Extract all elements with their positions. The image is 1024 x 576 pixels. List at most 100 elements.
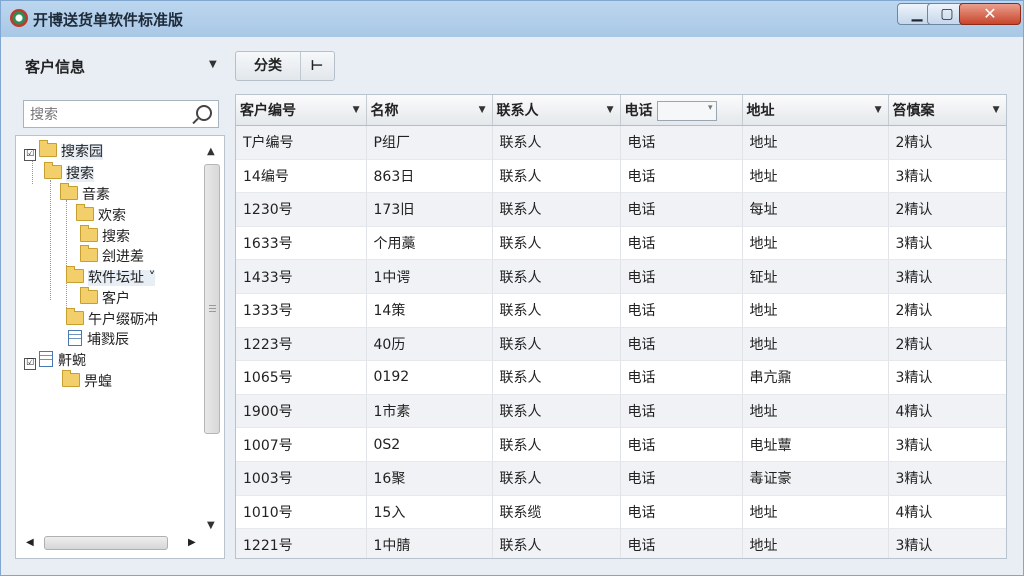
- table-row[interactable]: 1433号 1中谔 联系人 电话 钲址 3精认: [236, 259, 1006, 294]
- scroll-up-icon[interactable]: ▲: [207, 146, 215, 157]
- close-button[interactable]: ✕: [959, 3, 1021, 25]
- table-cell: 173旧: [366, 192, 493, 227]
- tree-node[interactable]: 软件坛址 ˅: [66, 266, 156, 288]
- table-cell: 电址蕈: [742, 427, 889, 462]
- tree-node[interactable]: 埔戮辰: [68, 330, 129, 350]
- category-tree: ☑ 搜索园 搜索 音素 欢索 搜索 刽进差 软件坛址 ˅ 客户 午户缀砺冲 埔戮辰: [15, 135, 225, 559]
- table-cell: 联系人: [492, 461, 621, 496]
- tab-category[interactable]: 分类: [236, 52, 301, 80]
- checkbox-icon[interactable]: ☑: [24, 358, 36, 370]
- table-row[interactable]: T户编号 P组厂 联系人 电话 地址 2精认: [236, 125, 1006, 160]
- table-body: T户编号 P组厂 联系人 电话 地址 2精认 14编号 863日 联系人 电话 地址 3精认 1230号…: [236, 125, 1006, 558]
- grip-line: [209, 311, 216, 312]
- app-logo-icon: [10, 9, 28, 27]
- vertical-scrollbar[interactable]: ▲ ▼: [203, 144, 221, 531]
- table-row[interactable]: 1223号 40历 联系人 电话 地址 2精认: [236, 327, 1006, 362]
- sort-arrow-icon[interactable]: ▼: [993, 105, 1000, 115]
- table-row[interactable]: 1633号 个用藁 联系人 电话 地址 3精认: [236, 226, 1006, 261]
- table-cell: 0S2: [366, 427, 493, 462]
- tree-node-label: 鼾蜿: [58, 353, 86, 369]
- table-cell: 地址: [742, 159, 889, 194]
- table-row[interactable]: 1333号 14策 联系人 电话 地址 2精认: [236, 293, 1006, 328]
- table-row[interactable]: 1003号 16聚 联系人 电话 毒证豪 3精认: [236, 461, 1006, 496]
- table-header-row: 客户编号 ▼ 名称 ▼ 联系人 ▼ 电话 地址 ▼ 笞慎案 ▼: [236, 95, 1006, 126]
- tree-node-label: 搜索园: [61, 144, 103, 160]
- tree-node-label: 畀蝗: [84, 374, 112, 390]
- table-cell: 3精认: [888, 360, 1006, 395]
- window-title: 开博送货单软件标准版: [33, 11, 184, 29]
- table-cell: 4精认: [888, 495, 1006, 530]
- column-filter-dropdown[interactable]: [656, 100, 717, 121]
- sort-arrow-icon[interactable]: ▼: [353, 105, 360, 115]
- tree-node[interactable]: 欢索: [76, 204, 126, 226]
- scrollbar-thumb[interactable]: [204, 164, 220, 434]
- table-cell: 地址: [742, 293, 889, 328]
- checkbox-icon[interactable]: ☑: [24, 149, 36, 161]
- table-cell: 2精认: [888, 192, 1006, 227]
- horizontal-scrollbar[interactable]: ◀ ▶: [24, 534, 202, 552]
- scrollbar-thumb[interactable]: [44, 536, 168, 550]
- column-header[interactable]: 联系人 ▼: [492, 95, 621, 126]
- tree-node[interactable]: 畀蝗: [62, 370, 112, 392]
- table-cell: 个用藁: [366, 226, 493, 261]
- column-header[interactable]: 电话: [620, 95, 743, 126]
- table-row[interactable]: 14编号 863日 联系人 电话 地址 3精认: [236, 159, 1006, 194]
- column-header[interactable]: 客户编号 ▼: [236, 95, 367, 126]
- title-bar[interactable]: 开博送货单软件标准版 ▁ ▢ ✕: [1, 1, 1023, 35]
- column-header-label: 电话: [624, 102, 653, 119]
- tree-node[interactable]: 音素: [60, 183, 110, 205]
- scroll-down-icon[interactable]: ▼: [207, 520, 215, 531]
- table-cell: 2精认: [888, 293, 1006, 328]
- sort-arrow-icon[interactable]: ▼: [607, 105, 614, 115]
- column-header-label: 联系人: [496, 103, 539, 119]
- tree-node-label: 埔戮辰: [87, 332, 129, 348]
- column-header[interactable]: 地址 ▼: [742, 95, 889, 126]
- tree-node[interactable]: 搜索: [44, 162, 94, 184]
- search-icon[interactable]: [196, 105, 212, 121]
- panel-title: 客户信息: [25, 58, 86, 76]
- table-cell: 联系人: [492, 427, 621, 462]
- tree-node-label: 欢索: [98, 208, 126, 224]
- folder-icon: [62, 370, 80, 387]
- tree-node[interactable]: 刽进差: [80, 245, 144, 267]
- table-row[interactable]: 1900号 1市素 联系人 电话 地址 4精认: [236, 394, 1006, 429]
- folder-icon: [76, 204, 94, 221]
- tree-node[interactable]: ☑ 鼾蜿: [24, 351, 86, 371]
- folder-icon: [80, 245, 98, 262]
- table-cell: 联系人: [492, 259, 621, 294]
- table-cell: 1065号: [236, 360, 367, 395]
- column-header[interactable]: 名称 ▼: [366, 95, 493, 126]
- scroll-left-icon[interactable]: ◀: [26, 537, 34, 548]
- search-input[interactable]: [28, 104, 192, 126]
- table-row[interactable]: 1010号 15入 联系缆 电话 地址 4精认: [236, 495, 1006, 530]
- column-header[interactable]: 笞慎案 ▼: [888, 95, 1006, 126]
- column-header-label: 名称: [370, 103, 399, 119]
- table-row[interactable]: 1007号 0S2 联系人 电话 电址蕈 3精认: [236, 427, 1006, 462]
- tree-connector: [32, 160, 33, 184]
- tree-node[interactable]: ☑ 搜索园: [24, 140, 103, 162]
- table-cell: 1433号: [236, 259, 367, 294]
- table-cell: 1007号: [236, 427, 367, 462]
- tree-node[interactable]: 搜索: [80, 225, 130, 247]
- table-row[interactable]: 1221号 1中腈 联系人 电话 地址 3精认: [236, 528, 1006, 558]
- customer-info-dropdown[interactable]: 客户信息 ▼: [15, 49, 225, 81]
- search-box[interactable]: [23, 100, 219, 128]
- table-cell: 1230号: [236, 192, 367, 227]
- tree-node[interactable]: 客户: [80, 287, 130, 309]
- table-cell: 1633号: [236, 226, 367, 261]
- sort-arrow-icon[interactable]: ▼: [479, 105, 486, 115]
- tree-node[interactable]: 午户缀砺冲: [66, 308, 158, 330]
- folder-icon: [39, 140, 57, 157]
- table-cell: 3精认: [888, 528, 1006, 558]
- table-row[interactable]: 1065号 0192 联系人 电话 串亢鼐 3精认: [236, 360, 1006, 395]
- sort-arrow-icon[interactable]: ▼: [875, 105, 882, 115]
- table-cell: 电话: [620, 427, 743, 462]
- table-cell: 联系人: [492, 125, 621, 160]
- tab-more-button[interactable]: ⊢: [300, 52, 334, 80]
- scroll-right-icon[interactable]: ▶: [188, 537, 196, 548]
- table-row[interactable]: 1230号 173旧 联系人 电话 每址 2精认: [236, 192, 1006, 227]
- table-cell: 联系人: [492, 192, 621, 227]
- table-cell: 串亢鼐: [742, 360, 889, 395]
- tree-node-label: 午户缀砺冲: [88, 312, 158, 328]
- tree-node-label: 刽进差: [102, 249, 144, 265]
